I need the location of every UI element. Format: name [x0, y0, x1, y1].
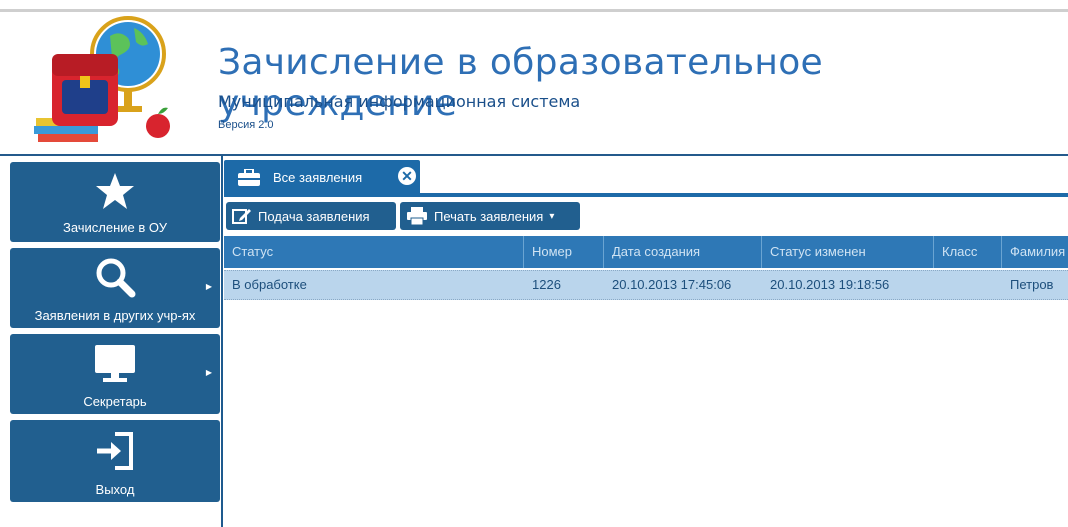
cell-created: 20.10.2013 17:45:06 — [612, 277, 732, 292]
cell-status-changed: 20.10.2013 19:18:56 — [770, 277, 890, 292]
sidebar-item-exit[interactable]: Выход — [10, 420, 220, 502]
print-applications-button[interactable]: Печать заявления ▾ — [400, 202, 580, 230]
header-divider — [0, 154, 1068, 156]
grid-header: Статус Номер Дата создания Статус измене… — [224, 236, 1068, 268]
tab-all-applications[interactable]: Все заявления ✕ — [224, 160, 420, 194]
search-icon — [10, 256, 220, 298]
close-circle-icon[interactable]: ✕ — [398, 167, 416, 185]
app-subtitle: Муниципальная информационная система — [218, 92, 581, 111]
column-header-status[interactable]: Статус — [224, 236, 524, 268]
column-header-class[interactable]: Класс — [934, 236, 1002, 268]
tab-bar — [224, 193, 1068, 197]
tab-label: Все заявления — [273, 170, 363, 185]
submit-application-button[interactable]: Подача заявления — [226, 202, 396, 230]
table-row[interactable]: В обработке 1226 20.10.2013 17:45:06 20.… — [224, 270, 1068, 300]
column-header-created[interactable]: Дата создания — [604, 236, 762, 268]
column-header-surname[interactable]: Фамилия — [1002, 236, 1068, 268]
sidebar-item-label: Заявления в других учр-ях — [34, 308, 196, 323]
briefcase-icon — [237, 168, 261, 192]
top-border — [0, 9, 1068, 12]
cell-surname: Петров — [1010, 277, 1054, 292]
sidebar-item-label: Секретарь — [83, 394, 147, 409]
sidebar-item-other-institutions[interactable]: ▶ Заявления в других учр-ях — [10, 248, 220, 328]
exit-icon — [10, 432, 220, 470]
cell-number: 1226 — [532, 277, 561, 292]
print-applications-label: Печать заявления — [434, 208, 544, 224]
cell-class — [934, 271, 1002, 299]
submenu-arrow-icon: ▶ — [205, 282, 212, 291]
submenu-arrow-icon: ▶ — [205, 368, 212, 377]
column-header-status-changed[interactable]: Статус изменен — [762, 236, 934, 268]
monitor-icon — [10, 342, 220, 384]
star-icon — [10, 172, 220, 210]
column-header-number[interactable]: Номер — [524, 236, 604, 268]
sidebar-item-enrollment[interactable]: Зачисление в ОУ — [10, 162, 220, 242]
sidebar-divider — [221, 156, 223, 527]
edit-icon — [232, 207, 252, 225]
dropdown-caret-icon: ▾ — [549, 210, 555, 222]
app-title: Зачисление в образовательное учреждение — [218, 42, 823, 124]
printer-icon — [406, 207, 428, 225]
submit-application-label: Подача заявления — [258, 208, 370, 224]
cell-status: В обработке — [232, 277, 307, 292]
app-logo — [30, 14, 180, 149]
sidebar-item-label: Выход — [95, 482, 135, 497]
sidebar-item-secretary[interactable]: ▶ Секретарь — [10, 334, 220, 414]
sidebar-item-label: Зачисление в ОУ — [62, 220, 168, 235]
app-version: Версия 2.0 — [218, 119, 274, 131]
